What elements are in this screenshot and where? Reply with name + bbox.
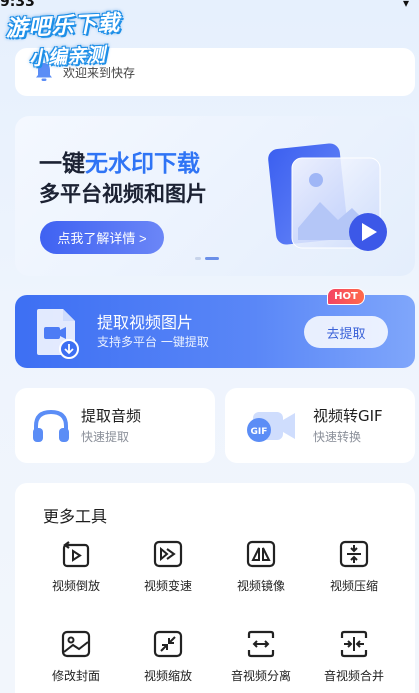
more-tools-panel: 更多工具 视频倒放 视频变速 视频镜像 视频压缩 修改封面 视频缩放 音视频分离…: [15, 483, 415, 693]
tool-video-scale[interactable]: 视频缩放: [128, 628, 208, 684]
learn-more-button[interactable]: 点我了解详情 >: [40, 221, 164, 254]
video-to-gif-subtitle: 快速转换: [313, 430, 362, 444]
tool-av-split[interactable]: 音视频分离: [221, 628, 301, 684]
carousel-dot-active[interactable]: [205, 257, 219, 260]
tool-video-mirror[interactable]: 视频镜像: [221, 538, 301, 594]
merge-icon: [340, 630, 368, 658]
video-to-gif-card[interactable]: GIF 视频转GIF 快速转换: [225, 388, 415, 463]
extract-audio-title: 提取音频: [81, 407, 142, 425]
more-tools-title: 更多工具: [43, 507, 108, 526]
split-icon: [247, 630, 275, 658]
extract-audio-subtitle: 快速提取: [81, 430, 130, 444]
tool-video-speed[interactable]: 视频变速: [128, 538, 208, 594]
extract-media-card[interactable]: HOT 提取视频图片 支持多平台 一键提取 去提取: [15, 288, 415, 368]
cover-image-icon: [61, 630, 91, 658]
tool-label: 视频压缩: [329, 579, 378, 593]
extract-subtitle: 支持多平台 一键提取: [97, 335, 209, 349]
status-time: 9:33: [0, 0, 35, 10]
tool-label: 视频镜像: [236, 579, 285, 593]
tool-change-cover[interactable]: 修改封面: [36, 628, 116, 684]
banner-subtitle: 多平台视频和图片: [39, 182, 207, 206]
tool-label: 视频倒放: [51, 579, 100, 593]
video-to-gif-title: 视频转GIF: [313, 407, 383, 425]
watermark-line1: 游吧乐下载: [4, 11, 121, 43]
svg-text:GIF: GIF: [251, 427, 268, 437]
headphones-icon: [33, 409, 69, 442]
watermark-line2: 小编亲测: [28, 43, 106, 70]
extract-title: 提取视频图片: [97, 313, 194, 332]
tool-label: 修改封面: [51, 669, 100, 683]
extract-video-icon: [37, 309, 79, 359]
mirror-icon: [246, 540, 276, 568]
gif-camera-icon: GIF: [247, 412, 295, 442]
speed-icon: [153, 540, 183, 568]
tool-label: 音视频分离: [230, 669, 291, 683]
tool-video-compress[interactable]: 视频压缩: [314, 538, 394, 594]
hot-badge: HOT: [327, 288, 365, 305]
tool-label: 视频变速: [143, 579, 192, 593]
promo-banner[interactable]: 一键无水印下载 多平台视频和图片 点我了解详情 >: [15, 116, 415, 276]
reverse-play-icon: [62, 541, 90, 568]
video-card-illustration-icon: [268, 143, 387, 251]
tool-label: 音视频合并: [323, 669, 384, 683]
scale-icon: [153, 630, 183, 658]
compress-icon: [339, 540, 369, 568]
extract-audio-card[interactable]: 提取音频 快速提取: [15, 388, 215, 463]
carousel-dots: [195, 257, 219, 260]
tool-video-reverse[interactable]: 视频倒放: [36, 538, 116, 594]
watermark: 游吧乐下载 小编亲测: [4, 5, 122, 72]
tool-label: 视频缩放: [143, 669, 192, 683]
banner-title: 一键无水印下载: [39, 151, 200, 177]
status-indicator: ▾: [402, 0, 409, 10]
go-extract-button[interactable]: 去提取: [304, 316, 388, 348]
tool-av-merge[interactable]: 音视频合并: [314, 628, 394, 684]
carousel-dot[interactable]: [195, 257, 201, 260]
